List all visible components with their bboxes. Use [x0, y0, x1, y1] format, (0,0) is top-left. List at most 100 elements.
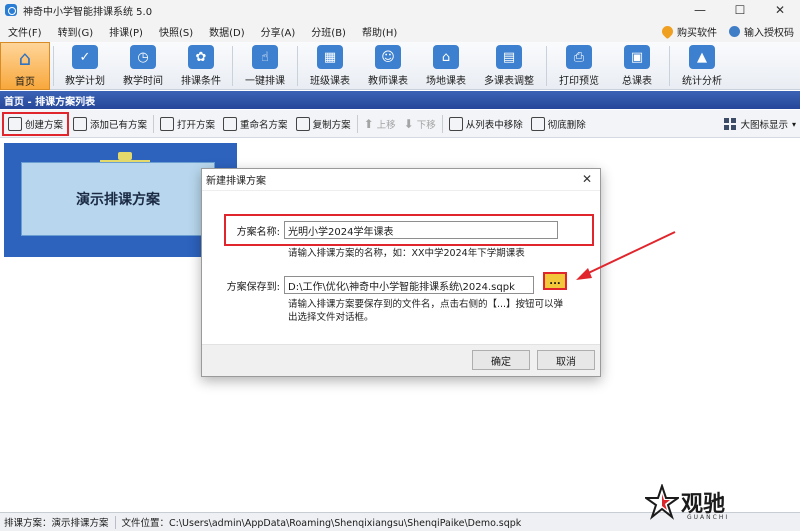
add-file-icon [73, 116, 88, 131]
ribbon-label: 场地课表 [426, 76, 466, 87]
license-link[interactable]: 输入授权码 [729, 24, 794, 39]
close-window-button[interactable]: ✕ [760, 0, 800, 20]
heart-icon [659, 23, 676, 39]
ribbon-label: 统计分析 [682, 76, 722, 87]
ribbon-print-preview-button[interactable]: ⎙ 打印预览 [550, 42, 608, 90]
status-plan: 排课方案：演示排课方案 [4, 518, 109, 529]
delete-label: 彻底删除 [547, 119, 586, 131]
plan-path-label: 方案保存到: [226, 281, 280, 293]
total-table-icon: ▣ [624, 45, 650, 69]
menu-help[interactable]: 帮助(H) [354, 24, 405, 39]
printer-icon: ⎙ [566, 45, 592, 69]
pin-head [118, 152, 132, 160]
ok-button[interactable]: 确定 [472, 350, 530, 370]
ribbon-total-table-button[interactable]: ▣ 总课表 [608, 42, 666, 90]
toolbar-separator [356, 114, 358, 133]
ribbon-teaching-time-button[interactable]: ◷ 教学时间 [113, 42, 173, 90]
ribbon-auto-schedule-button[interactable]: ☝ 一键排课 [236, 42, 294, 90]
create-plan-button[interactable]: 创建方案 [2, 111, 70, 136]
rename-plan-label: 重命名方案 [240, 119, 288, 131]
clock-icon: ◷ [130, 45, 156, 69]
ribbon-class-table-button[interactable]: ▦ 班级课表 [301, 42, 359, 90]
toolbar-separator [153, 114, 155, 133]
chevron-down-icon: ▾ [791, 119, 796, 129]
remove-from-list-button[interactable]: 从列表中移除 [445, 112, 527, 136]
copy-plan-label: 复制方案 [312, 119, 351, 131]
toolbar-separator [441, 114, 443, 133]
add-existing-plan-button[interactable]: 添加已有方案 [69, 112, 151, 136]
home-icon: ⌂ [18, 46, 32, 70]
delete-plan-button[interactable]: 彻底删除 [527, 112, 590, 136]
plan-path-row: 方案保存到: D:\工作\优化\神奇中小学智能排课系统\2024.sqpk [224, 274, 574, 296]
ribbon-separator [232, 46, 233, 86]
view-mode-dropdown[interactable]: 大图标显示 ▾ [724, 112, 796, 136]
plan-name-hint: 请输入排课方案的名称，如：XX中学2024年下学期课表 [288, 248, 525, 259]
chart-icon: ▲ [689, 45, 715, 69]
minimize-button[interactable]: — [680, 0, 720, 20]
ribbon-separator [53, 46, 54, 86]
buy-software-label: 购买软件 [677, 27, 717, 39]
menu-schedule[interactable]: 排课(P) [101, 24, 151, 39]
menu-class-split[interactable]: 分班(B) [303, 24, 354, 39]
dialog-title: 新建排课方案 [202, 169, 600, 191]
rename-plan-button[interactable]: 重命名方案 [219, 112, 292, 136]
ribbon-label: 排课条件 [181, 76, 221, 87]
multi-table-icon: ▤ [496, 45, 522, 69]
dialog-footer: 确定 取消 [202, 344, 600, 376]
user-icon [729, 25, 740, 37]
window-controls: — ☐ ✕ [680, 0, 800, 20]
ribbon-venue-table-button[interactable]: ⌂ 场地课表 [417, 42, 475, 90]
venue-table-icon: ⌂ [433, 45, 459, 69]
hand-click-icon: ☝ [252, 45, 278, 69]
menu-snapshot[interactable]: 快照(S) [151, 24, 201, 39]
ribbon-teaching-plan-button[interactable]: ✓ 教学计划 [57, 42, 113, 90]
plan-path-input[interactable]: D:\工作\优化\神奇中小学智能排课系统\2024.sqpk [284, 276, 534, 294]
window-title: 神奇中小学智能排课系统 5.0 [23, 6, 153, 18]
dialog-body: 方案名称: 光明小学2024学年课表 请输入排课方案的名称，如：XX中学2024… [202, 192, 600, 344]
cancel-button[interactable]: 取消 [537, 350, 595, 370]
open-icon [160, 116, 175, 131]
add-existing-label: 添加已有方案 [90, 119, 148, 131]
breadcrumb: 首页 - 排课方案列表 [0, 91, 800, 109]
star-logo-icon [645, 484, 679, 520]
ribbon-statistics-button[interactable]: ▲ 统计分析 [673, 42, 731, 90]
copy-plan-button[interactable]: 复制方案 [292, 112, 355, 136]
move-up-button[interactable]: ⬆ 上移 [360, 112, 400, 136]
open-plan-button[interactable]: 打开方案 [156, 112, 219, 136]
view-mode-label: 大图标显示 [740, 120, 788, 131]
status-separator [114, 515, 116, 529]
ribbon-separator [297, 46, 298, 86]
remove-icon [448, 116, 463, 131]
menu-share[interactable]: 分享(A) [253, 24, 304, 39]
move-down-button[interactable]: ⬇ 下移 [400, 112, 440, 136]
ribbon-label: 多课表调整 [484, 76, 534, 87]
move-up-label: 上移 [376, 119, 396, 131]
ribbon-home-button[interactable]: ⌂ 首页 [0, 42, 50, 90]
buy-software-link[interactable]: 购买软件 [659, 23, 717, 39]
ribbon-multi-table-button[interactable]: ▤ 多课表调整 [475, 42, 543, 90]
title-bar: 神奇中小学智能排课系统 5.0 — ☐ ✕ [0, 0, 800, 20]
teacher-table-icon: ☺ [375, 45, 401, 69]
plan-name-input[interactable]: 光明小学2024学年课表 [284, 221, 558, 239]
move-down-label: 下移 [416, 119, 436, 131]
ribbon-teacher-table-button[interactable]: ☺ 教师课表 [359, 42, 417, 90]
maximize-button[interactable]: ☐ [720, 0, 760, 20]
menu-goto[interactable]: 转到(G) [50, 24, 102, 39]
status-file-location: 文件位置：C:\Users\admin\AppData\Roaming\Shen… [121, 518, 522, 529]
ribbon-toolbar: ⌂ 首页 ✓ 教学计划 ◷ 教学时间 ✿ 排课条件 ☝ 一键排课 ▦ 班级课表 … [0, 42, 800, 90]
dialog-close-icon[interactable]: ✕ [582, 172, 592, 186]
menu-file[interactable]: 文件(F) [0, 24, 50, 39]
ribbon-label: 班级课表 [310, 76, 350, 87]
new-plan-dialog: 新建排课方案 ✕ 方案名称: 光明小学2024学年课表 请输入排课方案的名称，如… [201, 168, 601, 377]
plan-name-row: 方案名称: 光明小学2024学年课表 [224, 214, 594, 246]
edit-icon [8, 116, 22, 131]
menu-bar: 文件(F) 转到(G) 排课(P) 快照(S) 数据(D) 分享(A) 分班(B… [0, 20, 800, 42]
ribbon-label: 总课表 [622, 76, 652, 87]
menu-data[interactable]: 数据(D) [201, 24, 253, 39]
plan-path-hint-line2: 出选择文件对话框。 [288, 312, 374, 323]
browse-button[interactable]: ... [543, 272, 567, 290]
license-label: 输入授权码 [744, 27, 794, 39]
ribbon-conditions-button[interactable]: ✿ 排课条件 [173, 42, 229, 90]
ribbon-label: 一键排课 [245, 76, 285, 87]
plan-card-title[interactable]: 演示排课方案 [21, 162, 215, 236]
